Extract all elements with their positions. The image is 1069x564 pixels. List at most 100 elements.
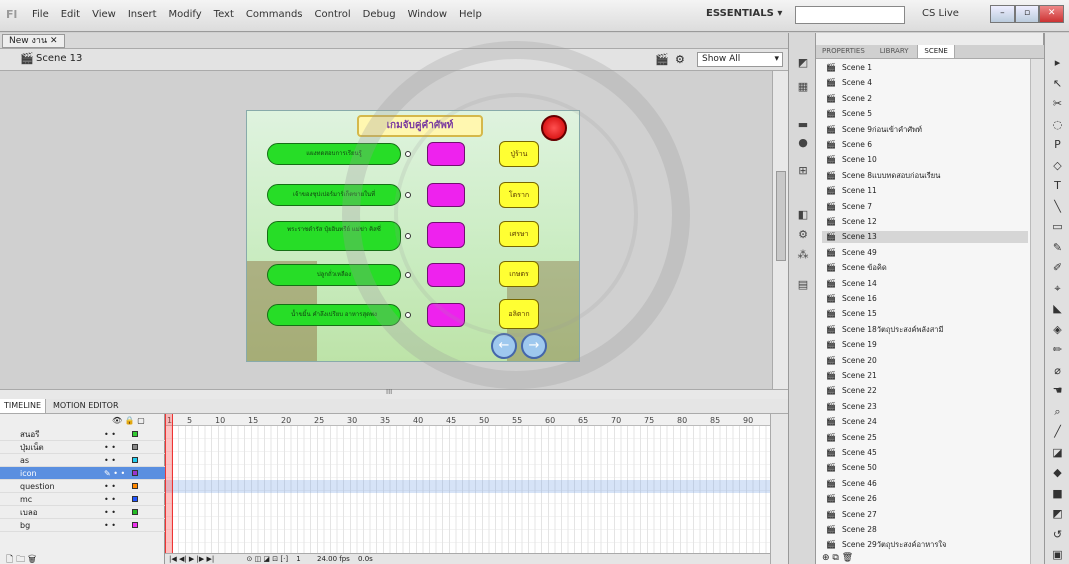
tab-properties[interactable]: PROPERTIES: [816, 45, 871, 58]
scene-list-item[interactable]: 🎬 Scene 29วัตถุประสงค์อาหารใจ: [822, 539, 1028, 550]
match-word-button[interactable]: โตราก: [499, 182, 539, 208]
stage[interactable]: เกมจับคู่คำศัพท์ แผงทดสอบการเรียนรู้ ปู่…: [246, 110, 580, 362]
scene-list-item[interactable]: 🎬 Scene 12: [822, 216, 1028, 227]
match-word-button[interactable]: ปู่ร้าน: [499, 141, 539, 167]
layer-row[interactable]: icon ✎ • •: [0, 467, 165, 480]
free-transform-tool-icon[interactable]: ✂: [1049, 96, 1066, 112]
stroke-color-icon[interactable]: ╱: [1049, 424, 1066, 440]
frame-ruler[interactable]: 1 5 10 15 20 25 30 35 40 45 50 55 60 65 …: [165, 414, 770, 426]
match-word-button[interactable]: อลิตาก: [499, 299, 539, 329]
scene-list-item[interactable]: 🎬 Scene 23: [822, 401, 1028, 412]
cs-live-button[interactable]: CS Live: [922, 8, 959, 19]
rectangle-tool-icon[interactable]: ▭: [1049, 219, 1066, 235]
tab-timeline[interactable]: TIMELINE: [0, 399, 47, 413]
scene-list-item[interactable]: 🎬 Scene 46: [822, 478, 1028, 489]
scene-list-item[interactable]: 🎬 Scene 45: [822, 447, 1028, 458]
layer-color-swatch[interactable]: [132, 431, 138, 437]
playhead[interactable]: [165, 414, 173, 564]
deco-tool-icon[interactable]: ⌖: [1049, 281, 1066, 297]
scene-list-item[interactable]: 🎬 Scene 19: [822, 339, 1028, 350]
zoom-select[interactable]: Show All ▾: [697, 52, 783, 67]
edit-scene-icon[interactable]: 🎬: [655, 53, 669, 66]
connector-dot[interactable]: [405, 192, 411, 198]
movie-explorer-icon[interactable]: ▤: [795, 277, 811, 293]
scene-action-icons[interactable]: ⊕ ⧉ 🗑: [822, 553, 853, 563]
menu-control[interactable]: Control: [309, 9, 357, 20]
menu-file[interactable]: File: [26, 9, 55, 20]
layer-row[interactable]: question • •: [0, 480, 165, 493]
maximize-button[interactable]: ▫: [1014, 5, 1040, 23]
match-option-green[interactable]: แผงทดสอบการเรียนรู้: [267, 143, 401, 165]
scene-list-item[interactable]: 🎬 Scene 49: [822, 247, 1028, 258]
scene-list-item[interactable]: 🎬 Scene 1: [822, 62, 1028, 73]
layer-row[interactable]: bg • •: [0, 519, 165, 532]
zoom-tool-icon[interactable]: ⌕: [1049, 404, 1066, 420]
menu-insert[interactable]: Insert: [122, 9, 163, 20]
scene-list-item[interactable]: 🎬 Scene 4: [822, 77, 1028, 88]
menu-text[interactable]: Text: [208, 9, 240, 20]
layer-row[interactable]: mc • •: [0, 493, 165, 506]
frame-rate[interactable]: 24.00 fps: [317, 555, 350, 563]
edit-symbol-icon[interactable]: ⚙: [675, 53, 685, 66]
connector-dot[interactable]: [405, 272, 411, 278]
back-arrow-button[interactable]: ←: [491, 333, 517, 359]
layer-color-swatch[interactable]: [132, 483, 138, 489]
eraser-tool-icon[interactable]: ⌀: [1049, 363, 1066, 379]
menu-debug[interactable]: Debug: [357, 9, 402, 20]
smooth-icon[interactable]: ↺: [1049, 527, 1066, 543]
snap-icon[interactable]: ◩: [1049, 506, 1066, 522]
eyedropper-tool-icon[interactable]: ✏: [1049, 342, 1066, 358]
close-button[interactable]: ✕: [1039, 5, 1065, 23]
scene-list-item[interactable]: 🎬 Scene 14: [822, 278, 1028, 289]
scene-list-item[interactable]: 🎬 Scene 26: [822, 493, 1028, 504]
playback-controls[interactable]: |◀ ◀| ▶ |▶ ▶|: [169, 555, 214, 563]
answer-box[interactable]: [427, 142, 465, 166]
tab-library[interactable]: LIBRARY: [874, 45, 915, 58]
connector-dot[interactable]: [405, 151, 411, 157]
match-word-button[interactable]: เกษตร: [499, 261, 539, 287]
layer-color-swatch[interactable]: [132, 509, 138, 515]
scene-list-item[interactable]: 🎬 Scene 2: [822, 93, 1028, 104]
info-icon[interactable]: ●: [795, 135, 811, 151]
scene-list-scrollbar[interactable]: [1030, 59, 1044, 564]
layer-color-swatch[interactable]: [132, 496, 138, 502]
scene-list-item[interactable]: 🎬 Scene 28: [822, 524, 1028, 535]
code-icon[interactable]: ◧: [795, 207, 811, 223]
tab-motion-editor[interactable]: MOTION EDITOR: [49, 399, 123, 413]
menu-modify[interactable]: Modify: [163, 9, 208, 20]
align-icon[interactable]: ▬: [795, 117, 811, 133]
menu-window[interactable]: Window: [402, 9, 453, 20]
motion-icon[interactable]: ⁂: [795, 247, 811, 263]
frame-grid[interactable]: 1 5 10 15 20 25 30 35 40 45 50 55 60 65 …: [165, 414, 770, 564]
layer-color-swatch[interactable]: [132, 444, 138, 450]
straighten-icon[interactable]: ▣: [1049, 547, 1066, 563]
stage-horizontal-scrollbar[interactable]: III: [0, 388, 788, 399]
pencil-tool-icon[interactable]: ✎: [1049, 240, 1066, 256]
layer-row[interactable]: เบลอ • •: [0, 506, 165, 519]
scene-list-item[interactable]: 🎬 Scene 11: [822, 185, 1028, 196]
scene-list-item[interactable]: 🎬 Scene ข้อคิด: [822, 262, 1028, 273]
layer-color-swatch[interactable]: [132, 522, 138, 528]
menu-edit[interactable]: Edit: [55, 9, 86, 20]
minimize-button[interactable]: –: [990, 5, 1015, 23]
layer-color-swatch[interactable]: [132, 457, 138, 463]
scene-list-item[interactable]: 🎬 Scene 7: [822, 201, 1028, 212]
line-tool-icon[interactable]: ╲: [1049, 199, 1066, 215]
answer-box[interactable]: [427, 183, 465, 207]
grid-icon[interactable]: ▦: [795, 79, 811, 95]
scene-list-item[interactable]: 🎬 Scene 20: [822, 355, 1028, 366]
scene-list-item[interactable]: 🎬 Scene 50: [822, 462, 1028, 473]
scene-list-item[interactable]: 🎬 Scene 24: [822, 416, 1028, 427]
menu-view[interactable]: View: [86, 9, 122, 20]
scene-list-item[interactable]: 🎬 Scene 25: [822, 432, 1028, 443]
match-option-green[interactable]: ปลูกถั่วเหลือง: [267, 264, 401, 286]
3d-rotation-tool-icon[interactable]: ◌: [1049, 117, 1066, 133]
scene-list-item[interactable]: 🎬 Scene 18วัตถุประสงค์พลังสามี: [822, 324, 1028, 335]
scene-list-item[interactable]: 🎬 Scene 16: [822, 293, 1028, 304]
workspace-switcher[interactable]: ESSENTIALS ▾: [706, 8, 782, 19]
swatch-icon[interactable]: ◩: [795, 55, 811, 71]
answer-box[interactable]: [427, 303, 465, 327]
scene-list-item[interactable]: 🎬 Scene 5: [822, 108, 1028, 119]
answer-box[interactable]: [427, 263, 465, 287]
timeline-vertical-scrollbar[interactable]: [770, 414, 788, 564]
